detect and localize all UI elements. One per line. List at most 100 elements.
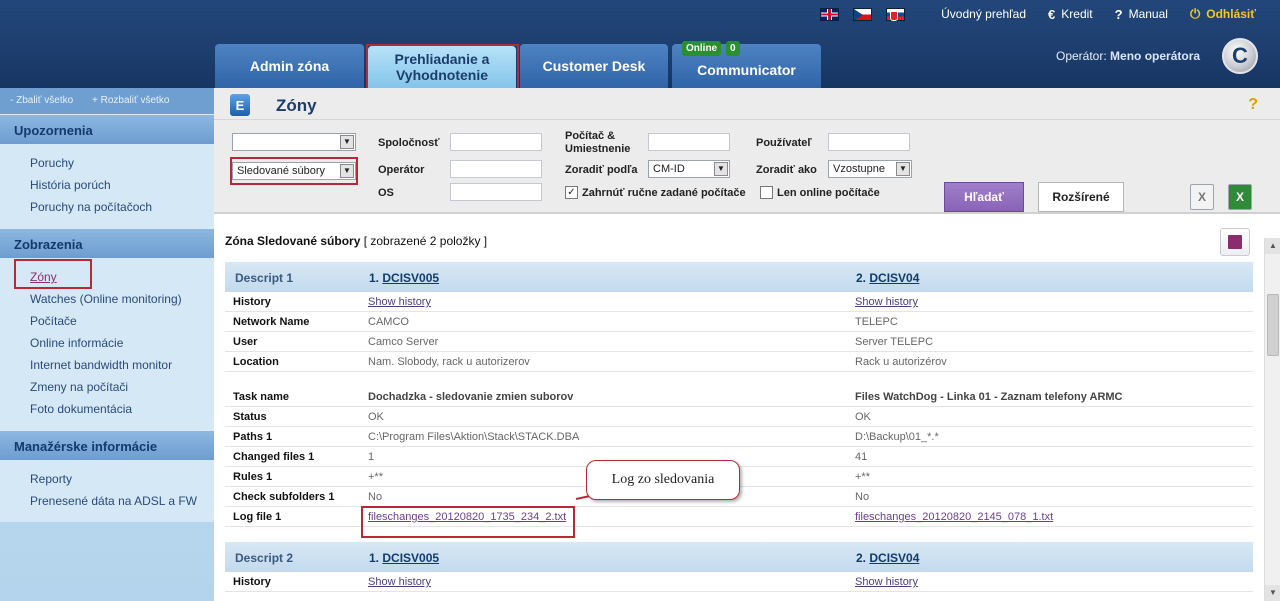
group-header: Descript 2 1. DCISV005 2. DCISV04 xyxy=(225,542,1253,572)
checkmark-icon: ✓ xyxy=(565,186,578,199)
computer-location-label: Počítač & Umiestnenie xyxy=(565,130,631,155)
sidebar-item-failures[interactable]: Poruchy xyxy=(30,152,214,174)
help-icon[interactable]: ? xyxy=(1248,96,1258,114)
sidebar-item-adsl-data[interactable]: Prenesené dáta na ADSL a FW xyxy=(30,490,214,512)
table-row: Network Name CAMCO TELEPC xyxy=(225,312,1253,332)
show-history-link[interactable]: Show history xyxy=(368,296,431,308)
zone-group-select[interactable]: ▼ xyxy=(232,133,356,151)
show-history-link[interactable]: Show history xyxy=(855,576,918,588)
os-input[interactable] xyxy=(450,183,542,201)
callout-note: Log zo sledovania xyxy=(586,460,740,500)
sidebar-item-computers[interactable]: Počítače xyxy=(30,310,214,332)
save-icon[interactable] xyxy=(1220,228,1250,256)
vertical-scrollbar[interactable]: ▲ ▼ xyxy=(1264,238,1280,601)
sidebar-item-bandwidth[interactable]: Internet bandwidth monitor xyxy=(30,354,214,376)
overview-link[interactable]: Úvodný prehľad xyxy=(941,7,1026,21)
sidebar-item-computer-changes[interactable]: Zmeny na počítači xyxy=(30,376,214,398)
sidebar-item-reports[interactable]: Reporty xyxy=(30,468,214,490)
user-label: Používateľ xyxy=(756,137,812,149)
advanced-button[interactable]: Rozšírené xyxy=(1038,182,1124,212)
app-header: Úvodný prehľad € Kredit ? Manual ⏻ Odhlásiť… xyxy=(0,0,1280,88)
user-input[interactable] xyxy=(828,133,910,151)
table-row: History Show history Show history xyxy=(225,572,1253,592)
table-row: User Camco Server Server TELEPC xyxy=(225,332,1253,352)
table-row: Status OK OK xyxy=(225,407,1253,427)
sidebar-item-zones[interactable]: Zóny xyxy=(30,266,214,288)
sidebar-item-computer-failures[interactable]: Poruchy na počítačoch xyxy=(30,196,214,218)
question-icon: ? xyxy=(1114,6,1123,22)
company-input[interactable] xyxy=(450,133,542,151)
sidebar-alerts-list: Poruchy História porúch Poruchy na počít… xyxy=(0,144,214,228)
cz-flag-icon[interactable] xyxy=(853,7,873,21)
sidebar-management-list: Reporty Prenesené dáta na ADSL a FW xyxy=(0,460,214,522)
sidebar: - Zbaliť všetko + Rozbaliť všetko Upozor… xyxy=(0,88,214,601)
chevron-down-icon: ▼ xyxy=(340,164,354,178)
scroll-down-icon[interactable]: ▼ xyxy=(1265,585,1280,601)
table-row: Changed files 1 1 41 xyxy=(225,447,1253,467)
company-logo-icon: C xyxy=(1222,38,1258,74)
sk-flag-icon[interactable] xyxy=(886,7,906,21)
sort-as-select[interactable]: Vzostupne ▼ xyxy=(828,160,912,178)
show-history-link[interactable]: Show history xyxy=(368,576,431,588)
include-manual-checkbox[interactable]: ✓ Zahrnúť ručne zadané počítače xyxy=(565,186,746,199)
chevron-down-icon: ▼ xyxy=(340,135,354,149)
log-file-link[interactable]: fileschanges_20120820_1735_234_2.txt xyxy=(368,511,566,523)
title-bar: E Zóny ? xyxy=(214,88,1280,120)
results-area: Zóna Sledované súbory [ zobrazené 2 polo… xyxy=(214,218,1264,601)
table-row: History Show history Show history xyxy=(225,292,1253,312)
show-history-link[interactable]: Show history xyxy=(855,296,918,308)
online-status-badge: Online xyxy=(682,41,722,56)
empty-checkbox-icon xyxy=(760,186,773,199)
chevron-down-icon: ▼ xyxy=(896,162,910,176)
operator-info: Operátor: Meno operátora xyxy=(1056,49,1201,63)
scroll-thumb[interactable] xyxy=(1267,294,1279,356)
sort-as-label: Zoradiť ako xyxy=(756,164,817,176)
computer-link[interactable]: DCISV04 xyxy=(869,271,919,285)
tab-admin-zone[interactable]: Admin zóna xyxy=(215,44,364,88)
result-title: Zóna Sledované súbory [ zobrazené 2 polo… xyxy=(225,234,488,248)
online-count-badge: 0 xyxy=(726,41,740,56)
tab-review-evaluation[interactable]: Prehliadanie a Vyhodnotenie xyxy=(368,46,516,88)
export-excel-grey-icon[interactable]: X xyxy=(1190,184,1214,210)
zones-icon: E xyxy=(230,94,250,116)
table-row: Location Nam. Slobody, rack u autorizerov… xyxy=(225,352,1253,372)
filter-panel: ▼ Sledované súbory ▼ Spoločnosť Operátor … xyxy=(214,120,1280,214)
page-title: Zóny xyxy=(276,96,317,115)
zone-type-select[interactable]: Sledované súbory ▼ xyxy=(232,162,356,180)
en-flag-icon[interactable] xyxy=(820,7,840,21)
export-excel-icon[interactable]: X xyxy=(1228,184,1252,210)
credit-link[interactable]: € Kredit xyxy=(1048,7,1093,22)
sidebar-item-online-info[interactable]: Online informácie xyxy=(30,332,214,354)
sort-by-select[interactable]: CM-ID ▼ xyxy=(648,160,730,178)
sidebar-item-photo-docs[interactable]: Foto dokumentácia xyxy=(30,398,214,420)
sidebar-section-management[interactable]: Manažérske informácie xyxy=(0,430,214,460)
sidebar-item-failure-history[interactable]: História porúch xyxy=(30,174,214,196)
sidebar-section-views[interactable]: Zobrazenia xyxy=(0,228,214,258)
only-online-checkbox[interactable]: Len online počítače xyxy=(760,186,880,199)
sidebar-section-alerts[interactable]: Upozornenia xyxy=(0,114,214,144)
sort-by-label: Zoradiť podľa xyxy=(565,164,638,176)
search-button[interactable]: Hľadať xyxy=(944,182,1024,212)
power-icon: ⏻ xyxy=(1189,6,1201,21)
computer-link[interactable]: DCISV005 xyxy=(382,271,439,285)
sidebar-item-watches[interactable]: Watches (Online monitoring) xyxy=(30,288,214,310)
sidebar-views-list: Zóny Watches (Online monitoring) Počítač… xyxy=(0,258,214,430)
computer-location-input[interactable] xyxy=(648,133,730,151)
table-row: Paths 1 C:\Program Files\Aktion\Stack\STA… xyxy=(225,427,1253,447)
log-file-link[interactable]: fileschanges_20120820_2145_078_1.txt xyxy=(855,511,1053,523)
company-label: Spoločnosť xyxy=(378,137,440,149)
group-header: Descript 1 1. DCISV005 2. DCISV04 xyxy=(225,262,1253,292)
table-row: Task name Dochadzka - sledovanie zmien su… xyxy=(225,387,1253,407)
scroll-up-icon[interactable]: ▲ xyxy=(1265,238,1280,254)
collapse-all-link[interactable]: - Zbaliť všetko xyxy=(10,95,73,106)
computer-link[interactable]: DCISV04 xyxy=(869,551,919,565)
euro-icon: € xyxy=(1048,6,1056,22)
manual-link[interactable]: ? Manual xyxy=(1115,7,1168,22)
computer-link[interactable]: DCISV005 xyxy=(382,551,439,565)
logout-link[interactable]: ⏻ Odhlásiť xyxy=(1190,6,1256,22)
expand-all-link[interactable]: + Rozbaliť všetko xyxy=(92,95,169,106)
tab-customer-desk[interactable]: Customer Desk xyxy=(520,44,668,88)
table-row: Log file 1 fileschanges_20120820_1735_234… xyxy=(225,507,1253,527)
operator-input[interactable] xyxy=(450,160,542,178)
operator-label: Operátor xyxy=(378,164,425,176)
